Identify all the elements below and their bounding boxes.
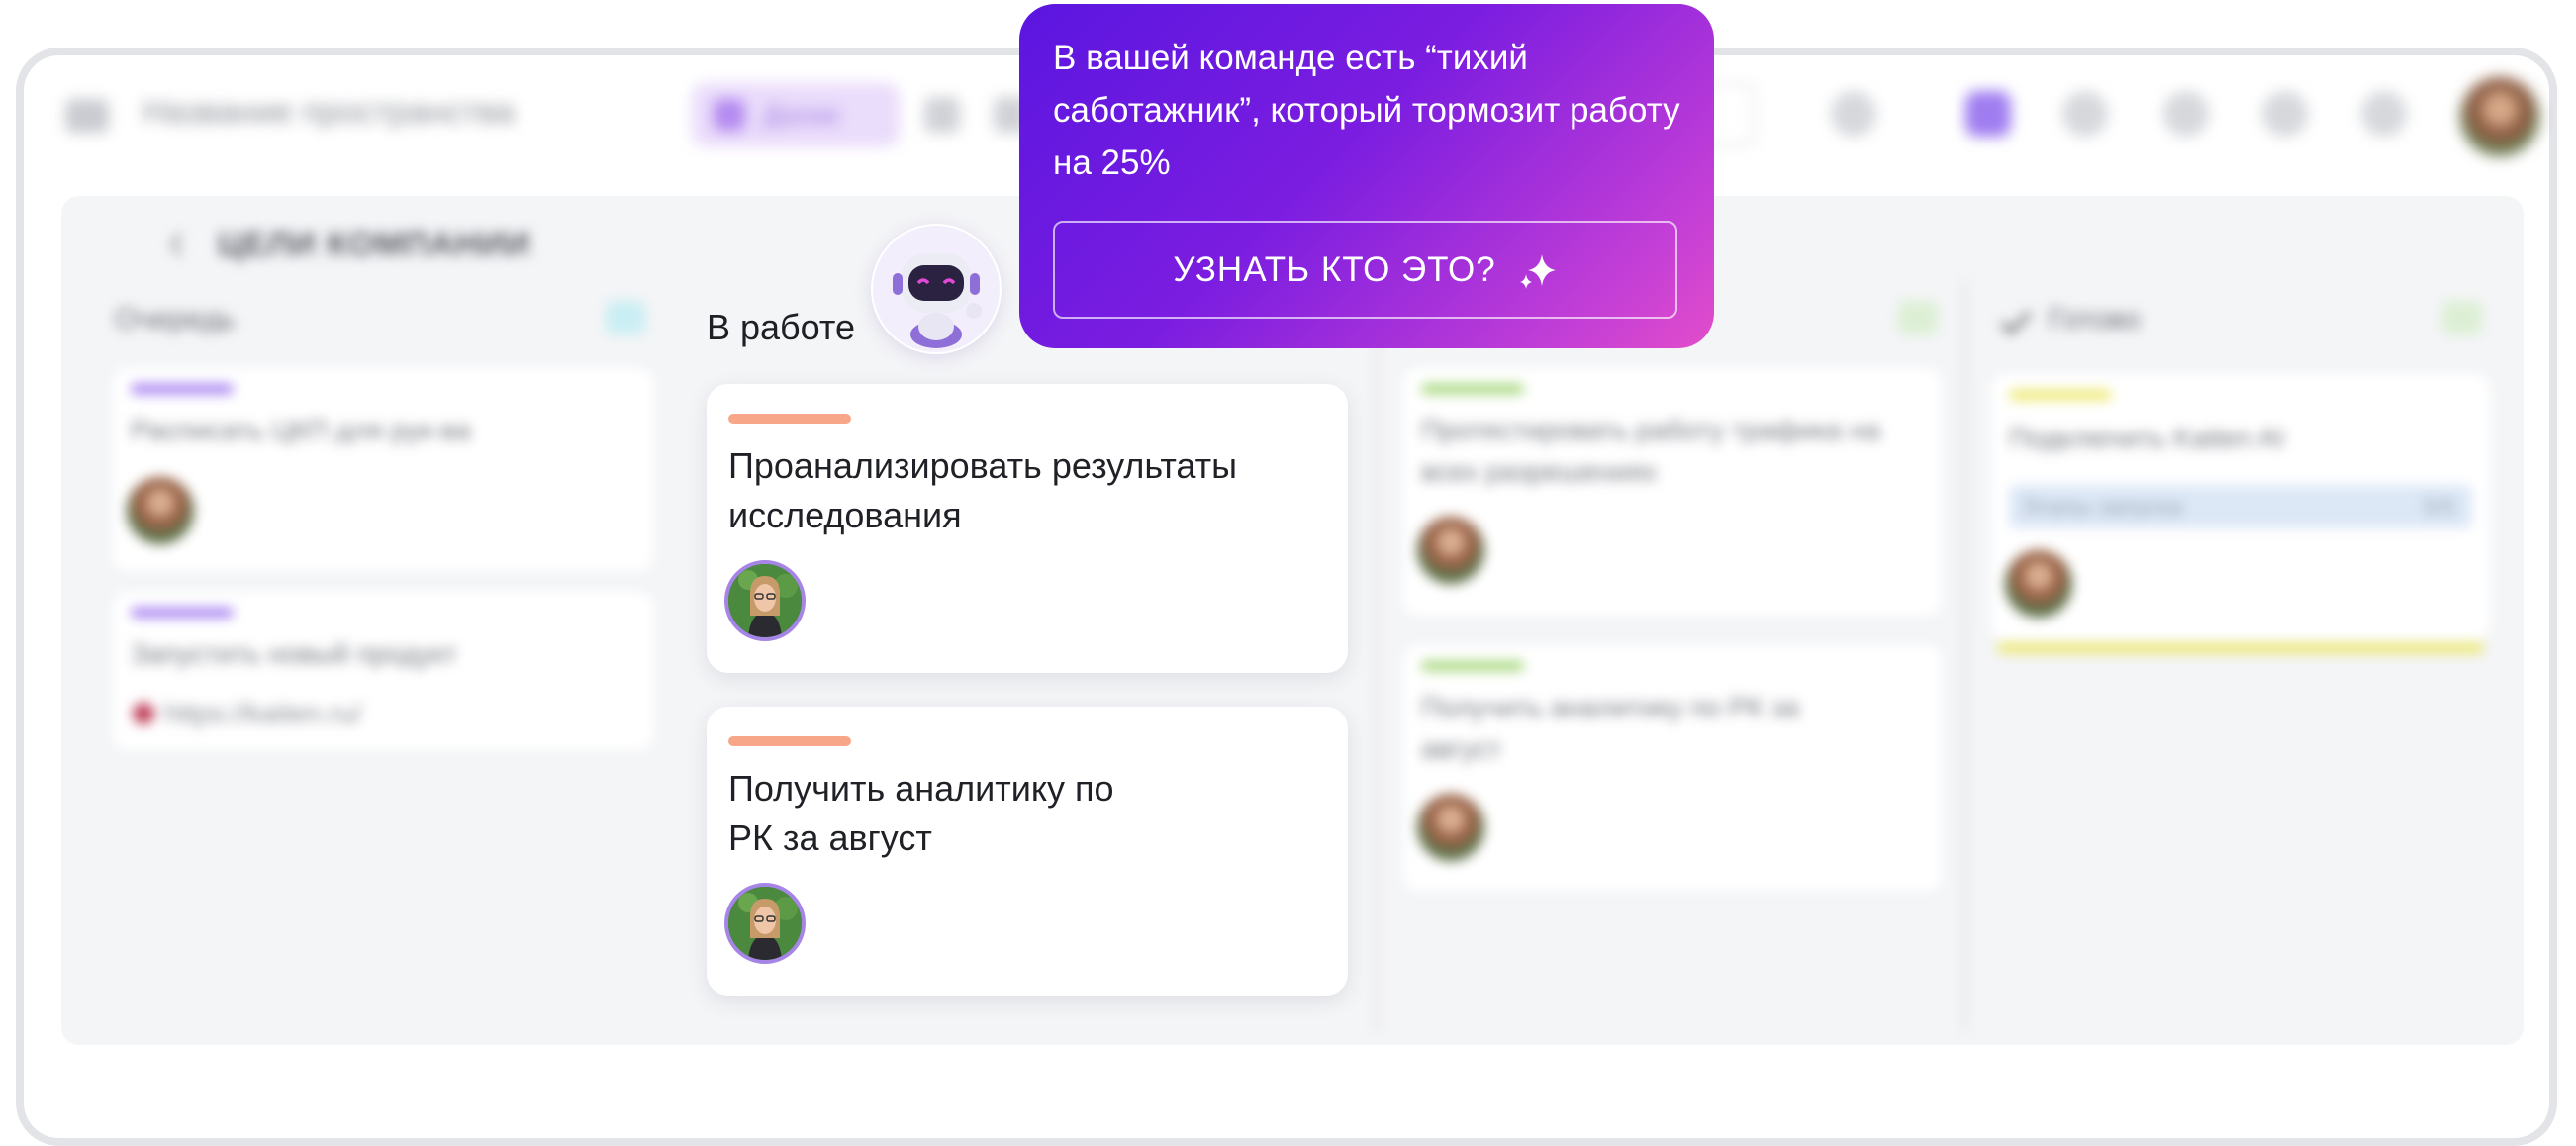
- card-title: Проанализировать результаты исследования: [728, 445, 1238, 535]
- popup-message: В вашей команде есть “тихий саботажник”,…: [1053, 39, 1680, 182]
- column-badge: [606, 301, 645, 334]
- card-stripe: [131, 608, 234, 618]
- column-divider: [1963, 282, 1966, 1030]
- toolbar-icon[interactable]: [924, 97, 960, 133]
- column-title-queue: Очередь: [115, 303, 236, 335]
- task-card[interactable]: Проанализировать результаты исследования: [707, 384, 1348, 673]
- column-divider: [1376, 282, 1379, 1030]
- card-title: Расписать ЦКП для рук-ва: [131, 415, 471, 445]
- progress-value: 5/5: [2423, 494, 2456, 521]
- assignee-avatar: [1417, 517, 1484, 584]
- back-arrow-icon[interactable]: [170, 232, 182, 257]
- board-icon: [714, 99, 745, 131]
- progress-label: Этапы запуска: [2021, 494, 2183, 521]
- assignee-avatar: [2005, 550, 2072, 618]
- card-link[interactable]: https://kaiten.ru/: [164, 693, 361, 734]
- column-title-done: Готово: [2049, 303, 2141, 335]
- task-card[interactable]: Получить аналитику по РК за август: [707, 707, 1348, 996]
- sparkle-icon: [1518, 250, 1558, 290]
- user-avatar[interactable]: [2460, 77, 2539, 156]
- board-title: ЦЕЛИ КОМПАНИИ: [218, 226, 531, 263]
- assignee-avatar: [127, 477, 194, 544]
- help-icon[interactable]: [2262, 91, 2308, 137]
- bell-icon[interactable]: [2163, 91, 2209, 137]
- workspace-title[interactable]: Название пространства: [143, 93, 515, 132]
- column-badge: [1898, 301, 1938, 334]
- card-title: всех разрешениях: [1421, 456, 1658, 487]
- boards-tab-label: Доски: [763, 99, 839, 130]
- find-out-button[interactable]: УЗНАТЬ КТО ЭТО?: [1053, 221, 1677, 319]
- card-bottom-stripe: [1997, 643, 2484, 653]
- card-title: Подключить Kaiten AI: [2009, 423, 2285, 453]
- card-title: Запустить новый продукт: [131, 638, 457, 669]
- robot-mascot-icon: [871, 224, 1002, 354]
- card-title: Протестировать работу трафика на: [1421, 415, 1881, 445]
- find-out-button-label: УЗНАТЬ КТО ЭТО?: [1173, 249, 1496, 289]
- card[interactable]: Протестировать работу трафика на всех ра…: [1403, 368, 1942, 616]
- ai-icon[interactable]: [1965, 91, 2011, 137]
- card[interactable]: Подключить Kaiten AI Этапы запуска 5/5: [1991, 374, 2490, 639]
- card[interactable]: Получить аналитику по РК за август: [1403, 645, 1942, 891]
- link-icon: [133, 703, 154, 724]
- ai-insight-popup: В вашей команде есть “тихий саботажник”,…: [1019, 4, 1714, 348]
- card[interactable]: Расписать ЦКП для рук-ва: [113, 368, 653, 571]
- card[interactable]: Запустить новый продукт https://kaiten.r…: [113, 592, 653, 750]
- card-stripe: [1421, 661, 1524, 671]
- card-title: Получить аналитику по РК за: [1421, 692, 1799, 722]
- add-icon[interactable]: [1831, 91, 1876, 137]
- card-stripe: [728, 414, 851, 424]
- assignee-avatar[interactable]: [724, 883, 806, 964]
- assignee-avatar[interactable]: [724, 560, 806, 641]
- menu-icon[interactable]: [65, 99, 109, 133]
- boards-tab[interactable]: Доски: [692, 83, 900, 146]
- search-icon[interactable]: [2062, 91, 2108, 137]
- card-title: август: [1421, 733, 1502, 764]
- card-stripe: [728, 736, 851, 746]
- check-icon: [2000, 311, 2032, 334]
- card-stripe: [2009, 390, 2112, 400]
- column-title-in-progress: В работе: [707, 307, 856, 347]
- card-title: Получить аналитику по РК за август: [728, 768, 1114, 858]
- settings-icon[interactable]: [2361, 91, 2407, 137]
- card-stripe: [1421, 384, 1524, 394]
- column-badge: [2442, 301, 2482, 334]
- card-stripe: [131, 384, 234, 394]
- checklist-progress[interactable]: Этапы запуска 5/5: [2009, 485, 2472, 528]
- assignee-avatar: [1417, 794, 1484, 861]
